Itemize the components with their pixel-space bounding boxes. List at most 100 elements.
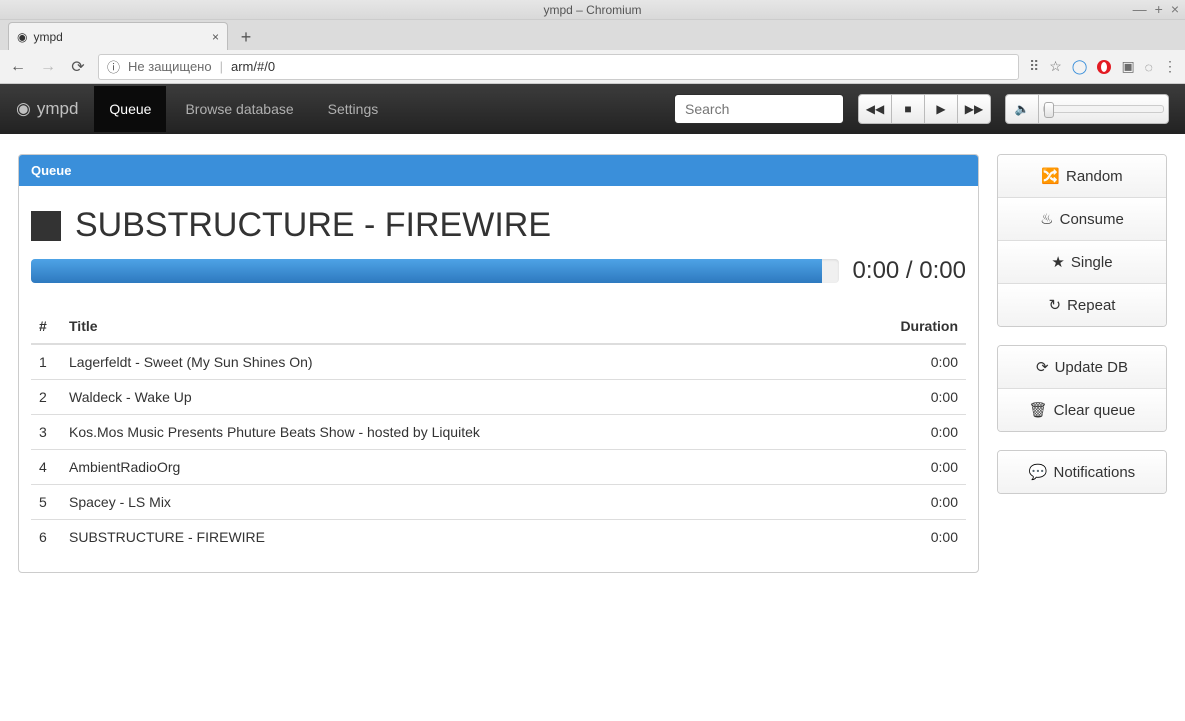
browser-tab-title: ympd [33,30,62,44]
cell-number: 2 [31,380,61,415]
window-titlebar: ympd – Chromium — + × [0,0,1185,20]
col-number: # [31,309,61,344]
info-icon: ⓘ [107,57,120,76]
mode-group: 🔀 Random ♨ Consume ★ Single ↻ Repeat [997,154,1167,327]
nav-browse-database[interactable]: Browse database [170,86,308,132]
star-icon: ★ [1051,253,1064,271]
stop-button[interactable]: ■ [891,94,925,124]
nav-queue[interactable]: Queue [94,86,166,132]
browser-forward-button[interactable]: → [38,58,58,76]
nav-settings[interactable]: Settings [313,86,394,132]
now-playing: SUBSTRUCTURE - FIREWIRE [31,206,966,245]
brand-label: ympd [37,99,79,119]
table-row[interactable]: 1Lagerfeldt - Sweet (My Sun Shines On)0:… [31,344,966,380]
queue-panel-heading: Queue [19,155,978,186]
comment-icon: 💬 [1029,463,1048,481]
cell-duration: 0:00 [833,380,966,415]
window-title: ympd – Chromium [543,3,641,17]
window-minimize-icon[interactable]: — [1133,1,1147,17]
play-circle-icon: ◉ [17,30,27,44]
window-close-icon[interactable]: × [1171,1,1179,17]
table-row[interactable]: 5Spacey - LS Mix0:00 [31,485,966,520]
next-button[interactable]: ▶▶ [957,94,991,124]
col-duration: Duration [833,309,966,344]
notifications-group: 💬 Notifications [997,450,1167,494]
consume-button[interactable]: ♨ Consume [998,197,1166,240]
volume-button[interactable]: 🔈 [1005,94,1039,124]
app-navbar: ◉ ympd Queue Browse database Settings ◀◀… [0,84,1185,134]
brand[interactable]: ◉ ympd [16,99,90,119]
tab-close-icon[interactable]: × [212,30,219,44]
cell-number: 4 [31,450,61,485]
browser-reload-button[interactable]: ⟳ [68,57,88,77]
random-button[interactable]: 🔀 Random [998,155,1166,197]
backward-icon: ◀◀ [866,102,884,116]
window-maximize-icon[interactable]: + [1155,1,1163,17]
browser-tab-strip: ◉ ympd × + [0,20,1185,50]
prev-button[interactable]: ◀◀ [858,94,892,124]
volume-thumb[interactable] [1044,102,1054,118]
cell-title: Waldeck - Wake Up [61,380,833,415]
table-row[interactable]: 2Waldeck - Wake Up0:00 [31,380,966,415]
stop-square-icon [31,211,61,241]
cell-title: SUBSTRUCTURE - FIREWIRE [61,520,833,555]
browser-toolbar: ← → ⟳ ⓘ Не защищено | arm/#/0 ⠿ ☆ ◯ ▣ ◌ … [0,50,1185,84]
queue-panel: Queue SUBSTRUCTURE - FIREWIRE 0:00 / 0:0… [18,154,979,573]
security-label: Не защищено [128,59,212,74]
update-db-button[interactable]: ⟳ Update DB [998,346,1166,388]
address-text: arm/#/0 [231,59,275,74]
extension-box-icon[interactable]: ▣ [1121,58,1134,75]
repeat-button[interactable]: ↻ Repeat [998,283,1166,326]
volume-slider[interactable] [1039,94,1169,124]
play-button[interactable]: ▶ [924,94,958,124]
cell-title: Lagerfeldt - Sweet (My Sun Shines On) [61,344,833,380]
table-row[interactable]: 6SUBSTRUCTURE - FIREWIRE0:00 [31,520,966,555]
single-button[interactable]: ★ Single [998,240,1166,283]
extension-icon[interactable]: ◯ [1072,58,1088,75]
cell-title: Spacey - LS Mix [61,485,833,520]
cell-duration: 0:00 [833,415,966,450]
table-row[interactable]: 4AmbientRadioOrg0:00 [31,450,966,485]
trash-icon: 🗑 [1029,401,1048,419]
clear-queue-button[interactable]: 🗑 Clear queue [998,388,1166,431]
play-icon: ▶ [936,102,945,116]
cell-title: Kos.Mos Music Presents Phuture Beats Sho… [61,415,833,450]
browser-tab[interactable]: ◉ ympd × [8,22,228,50]
stop-icon: ■ [904,102,911,116]
brand-play-icon: ◉ [16,99,31,119]
transport-controls: ◀◀ ■ ▶ ▶▶ [858,94,991,124]
progress-fill [31,259,822,283]
forward-icon: ▶▶ [965,102,983,116]
db-group: ⟳ Update DB 🗑 Clear queue [997,345,1167,432]
opera-icon[interactable] [1097,60,1111,74]
translate-icon[interactable]: ⠿ [1029,58,1039,75]
shuffle-icon: 🔀 [1041,167,1060,185]
cell-duration: 0:00 [833,450,966,485]
fire-icon: ♨ [1040,210,1053,228]
cell-number: 3 [31,415,61,450]
cell-duration: 0:00 [833,520,966,555]
progress-bar[interactable] [31,259,839,283]
repeat-icon: ↻ [1049,296,1062,314]
browser-back-button[interactable]: ← [8,58,28,76]
cell-number: 6 [31,520,61,555]
cell-duration: 0:00 [833,344,966,380]
cell-number: 1 [31,344,61,380]
bookmark-star-icon[interactable]: ☆ [1049,58,1062,75]
cell-title: AmbientRadioOrg [61,450,833,485]
new-tab-button[interactable]: + [232,24,260,50]
search-input[interactable] [674,94,844,124]
refresh-icon: ⟳ [1036,358,1049,376]
omnibox[interactable]: ⓘ Не защищено | arm/#/0 [98,54,1019,80]
now-playing-title: SUBSTRUCTURE - FIREWIRE [75,206,551,245]
profile-icon[interactable]: ◌ [1145,59,1153,75]
volume-control: 🔈 [1005,94,1169,124]
col-title: Title [61,309,833,344]
queue-table: # Title Duration 1Lagerfeldt - Sweet (My… [31,309,966,554]
cell-duration: 0:00 [833,485,966,520]
progress-time: 0:00 / 0:00 [853,257,966,285]
browser-menu-icon[interactable]: ⋮ [1163,58,1177,75]
notifications-button[interactable]: 💬 Notifications [998,451,1166,493]
speaker-icon: 🔈 [1015,102,1030,116]
table-row[interactable]: 3Kos.Mos Music Presents Phuture Beats Sh… [31,415,966,450]
